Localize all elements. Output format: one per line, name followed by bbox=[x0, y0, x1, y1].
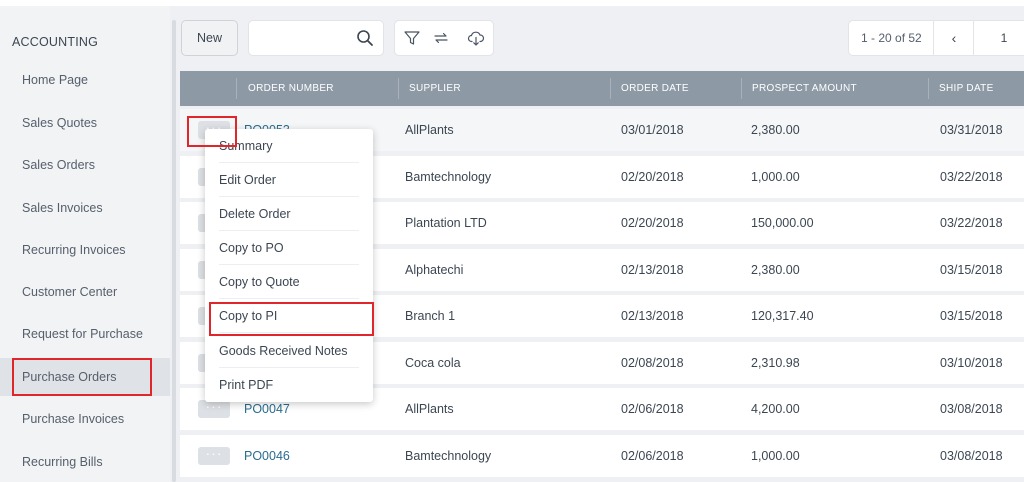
sidebar-item-customer-center[interactable]: Customer Center bbox=[0, 273, 170, 311]
row-actions-button[interactable]: ··· bbox=[198, 399, 230, 418]
column-header-ship-date[interactable]: SHIP DATE bbox=[929, 71, 994, 106]
sidebar-item-request-for-purchase[interactable]: Request for Purchase bbox=[0, 315, 170, 353]
sidebar-item-purchase-invoices[interactable]: Purchase Invoices bbox=[0, 400, 170, 438]
table-header: ORDER NUMBER SUPPLIER ORDER DATE PROSPEC… bbox=[180, 71, 1024, 106]
menu-divider bbox=[219, 332, 359, 333]
amount-cell: 120,317.40 bbox=[751, 309, 814, 323]
ship-date-cell: 03/22/2018 bbox=[940, 216, 1003, 230]
menu-item-edit-order[interactable]: Edit Order bbox=[205, 163, 373, 197]
table-row[interactable]: ··· PO0046 Bamtechnology 02/06/2018 1,00… bbox=[180, 435, 1024, 477]
amount-cell: 2,380.00 bbox=[751, 263, 800, 277]
ship-date-cell: 03/15/2018 bbox=[940, 263, 1003, 277]
repeat-icon[interactable] bbox=[432, 29, 450, 47]
amount-cell: 1,000.00 bbox=[751, 170, 800, 184]
order-date-cell: 03/01/2018 bbox=[621, 123, 684, 137]
column-header-prospect-amount[interactable]: PROSPECT AMOUNT bbox=[742, 71, 857, 106]
sidebar-item-sales-orders[interactable]: Sales Orders bbox=[0, 146, 170, 184]
menu-item-summary[interactable]: Summary bbox=[205, 129, 373, 163]
supplier-cell: Bamtechnology bbox=[405, 170, 492, 184]
sidebar-item-sales-quotes[interactable]: Sales Quotes bbox=[0, 104, 170, 142]
ship-date-cell: 03/31/2018 bbox=[940, 123, 1003, 137]
order-date-cell: 02/13/2018 bbox=[621, 309, 684, 323]
sidebar-item-sales-invoices[interactable]: Sales Invoices bbox=[0, 189, 170, 227]
column-header-supplier[interactable]: SUPPLIER bbox=[399, 71, 461, 106]
cloud-download-icon[interactable] bbox=[467, 29, 485, 47]
order-date-cell: 02/20/2018 bbox=[621, 170, 684, 184]
new-button[interactable]: New bbox=[181, 20, 238, 56]
search-input[interactable] bbox=[248, 20, 384, 56]
sidebar-item-purchase-orders[interactable]: Purchase Orders bbox=[0, 358, 170, 396]
pagination-divider bbox=[933, 21, 934, 55]
amount-cell: 2,380.00 bbox=[751, 123, 800, 137]
order-date-cell: 02/06/2018 bbox=[621, 449, 684, 463]
column-header-order-number[interactable]: ORDER NUMBER bbox=[238, 71, 334, 106]
order-date-cell: 02/08/2018 bbox=[621, 356, 684, 370]
supplier-cell: Branch 1 bbox=[405, 309, 456, 323]
ship-date-cell: 03/10/2018 bbox=[940, 356, 1003, 370]
column-header-order-date[interactable]: ORDER DATE bbox=[611, 71, 689, 106]
order-date-cell: 02/06/2018 bbox=[621, 402, 684, 416]
menu-item-delete-order[interactable]: Delete Order bbox=[205, 197, 373, 231]
sidebar-item-recurring-invoices[interactable]: Recurring Invoices bbox=[0, 231, 170, 269]
sidebar-section-title: ACCOUNTING bbox=[12, 35, 99, 49]
ship-date-cell: 03/22/2018 bbox=[940, 170, 1003, 184]
pagination: 1 - 20 of 52 ‹ 1 bbox=[848, 20, 1024, 56]
sidebar-item-recurring-bills[interactable]: Recurring Bills bbox=[0, 443, 170, 481]
order-number-link[interactable]: PO0046 bbox=[244, 435, 290, 477]
supplier-cell: Alphatechi bbox=[405, 263, 464, 277]
sidebar: ACCOUNTING Home Page Sales Quotes Sales … bbox=[0, 6, 170, 482]
filter-icon[interactable] bbox=[403, 29, 421, 47]
toolbar-icon-group bbox=[394, 20, 494, 56]
menu-item-copy-to-pi[interactable]: Copy to PI bbox=[205, 299, 373, 333]
order-date-cell: 02/20/2018 bbox=[621, 216, 684, 230]
ship-date-cell: 03/08/2018 bbox=[940, 402, 1003, 416]
header-separator bbox=[236, 78, 237, 99]
ship-date-cell: 03/15/2018 bbox=[940, 309, 1003, 323]
row-context-menu: Summary Edit Order Delete Order Copy to … bbox=[205, 129, 373, 402]
menu-item-goods-received-notes[interactable]: Goods Received Notes bbox=[205, 334, 373, 368]
supplier-cell: Coca cola bbox=[405, 356, 461, 370]
sidebar-scrollbar[interactable] bbox=[172, 20, 176, 482]
supplier-cell: AllPlants bbox=[405, 123, 454, 137]
current-page[interactable]: 1 bbox=[989, 21, 1019, 55]
amount-cell: 150,000.00 bbox=[751, 216, 814, 230]
search-icon[interactable] bbox=[356, 29, 374, 47]
amount-cell: 2,310.98 bbox=[751, 356, 800, 370]
prev-page-button[interactable]: ‹ bbox=[939, 21, 969, 55]
amount-cell: 4,200.00 bbox=[751, 402, 800, 416]
pagination-divider bbox=[973, 21, 974, 55]
ship-date-cell: 03/08/2018 bbox=[940, 449, 1003, 463]
supplier-cell: Bamtechnology bbox=[405, 449, 492, 463]
order-date-cell: 02/13/2018 bbox=[621, 263, 684, 277]
pagination-range: 1 - 20 of 52 bbox=[861, 31, 922, 45]
row-actions-button[interactable]: ··· bbox=[198, 446, 230, 465]
supplier-cell: Plantation LTD bbox=[405, 216, 487, 230]
menu-item-print-pdf[interactable]: Print PDF bbox=[205, 368, 373, 402]
supplier-cell: AllPlants bbox=[405, 402, 454, 416]
amount-cell: 1,000.00 bbox=[751, 449, 800, 463]
menu-item-copy-to-po[interactable]: Copy to PO bbox=[205, 231, 373, 265]
sidebar-item-home-page[interactable]: Home Page bbox=[0, 61, 170, 99]
menu-item-copy-to-quote[interactable]: Copy to Quote bbox=[205, 265, 373, 299]
